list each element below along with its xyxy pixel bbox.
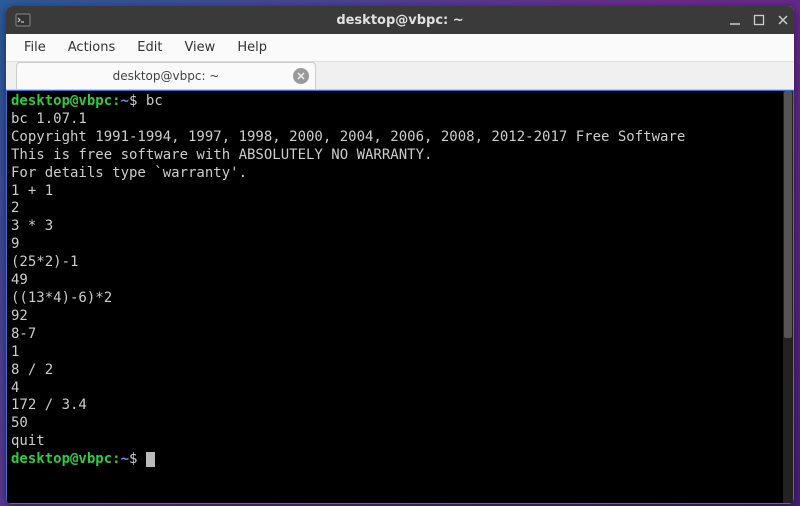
output-line: For details type `warranty'. <box>11 165 789 183</box>
titlebar[interactable]: desktop@vbpc: ~ <box>6 6 794 34</box>
prompt-user: desktop@vbpc <box>11 451 112 467</box>
output-line: 1 <box>11 344 789 362</box>
output-line: 50 <box>11 415 789 433</box>
prompt-user: desktop@vbpc <box>11 93 112 109</box>
output-line: 92 <box>11 308 789 326</box>
window-title: desktop@vbpc: ~ <box>6 13 794 28</box>
output-line: 4 <box>11 380 789 398</box>
menu-actions[interactable]: Actions <box>58 36 126 59</box>
prompt-symbol: $ <box>129 451 137 467</box>
output-line: 8-7 <box>11 326 789 344</box>
tabbar: desktop@vbpc: ~ <box>6 62 794 90</box>
menu-help[interactable]: Help <box>227 36 277 59</box>
prompt-sep: : <box>112 93 120 109</box>
menubar: File Actions Edit View Help <box>6 34 794 62</box>
output-line: This is free software with ABSOLUTELY NO… <box>11 147 789 165</box>
menu-view[interactable]: View <box>174 36 225 59</box>
output-line: 8 / 2 <box>11 362 789 380</box>
output-line: 1 + 1 <box>11 183 789 201</box>
terminal-tab[interactable]: desktop@vbpc: ~ <box>16 62 316 89</box>
cursor <box>146 452 155 467</box>
prompt-sep: : <box>112 451 120 467</box>
output-line: quit <box>11 433 789 451</box>
menu-edit[interactable]: Edit <box>127 36 172 59</box>
prompt-path: ~ <box>121 451 129 467</box>
output-line: bc 1.07.1 <box>11 111 789 129</box>
output-line: 49 <box>11 272 789 290</box>
tab-label: desktop@vbpc: ~ <box>113 69 220 83</box>
output-line: ((13*4)-6)*2 <box>11 290 789 308</box>
terminal-window: desktop@vbpc: ~ File Actions Edit View H… <box>6 6 794 504</box>
maximize-button[interactable] <box>752 13 766 27</box>
minimize-button[interactable] <box>728 13 742 27</box>
window-controls <box>728 6 790 34</box>
output-line: 172 / 3.4 <box>11 397 789 415</box>
prompt-symbol: $ <box>129 93 137 109</box>
menu-file[interactable]: File <box>14 36 56 59</box>
prompt-line: desktop@vbpc:~$ <box>11 451 789 469</box>
output-line: Copyright 1991-1994, 1997, 1998, 2000, 2… <box>11 129 789 147</box>
output-line: (25*2)-1 <box>11 254 789 272</box>
close-button[interactable] <box>776 13 790 27</box>
command-text: bc <box>146 93 163 109</box>
output-line: 3 * 3 <box>11 218 789 236</box>
scrollbar-thumb[interactable] <box>784 91 792 338</box>
scrollbar[interactable] <box>783 91 793 503</box>
prompt-line: desktop@vbpc:~$ bc <box>11 93 789 111</box>
prompt-path: ~ <box>121 93 129 109</box>
output-line: 9 <box>11 236 789 254</box>
output-line: 2 <box>11 200 789 218</box>
terminal-viewport[interactable]: desktop@vbpc:~$ bc bc 1.07.1 Copyright 1… <box>6 90 794 504</box>
tab-close-button[interactable] <box>293 68 309 84</box>
app-icon <box>12 9 34 31</box>
